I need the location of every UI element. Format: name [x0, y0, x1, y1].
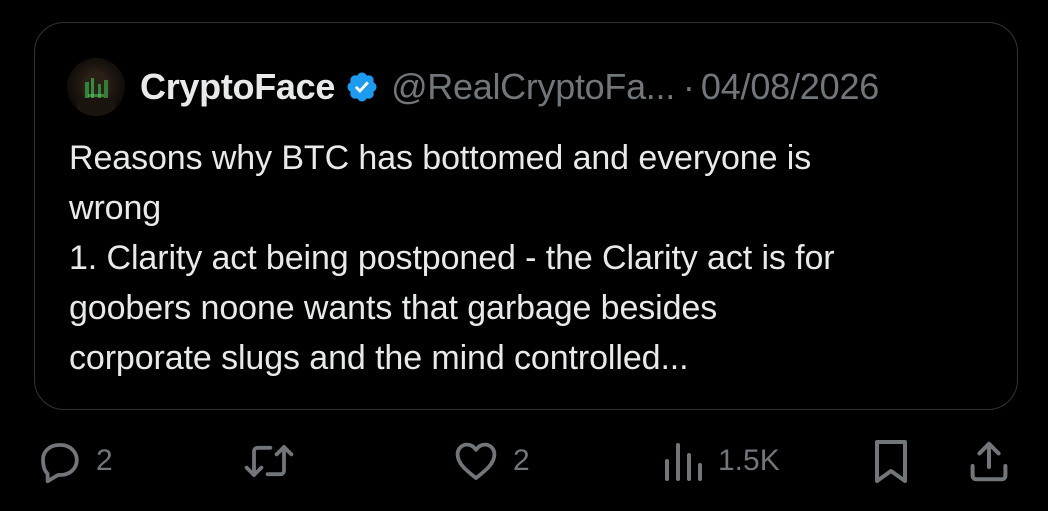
retweet-icon [241, 437, 297, 485]
retweet-button[interactable] [241, 437, 297, 485]
reply-button[interactable]: 2 [36, 437, 113, 485]
verified-badge-icon [345, 70, 379, 104]
quoted-tweet-author-row: CryptoFace @RealCryptoFa... · 04/08/2026 [67, 57, 879, 117]
reply-count: 2 [96, 444, 113, 477]
quoted-tweet-text: Reasons why BTC has bottomed and everyon… [69, 139, 835, 377]
like-button[interactable]: 2 [451, 437, 530, 485]
quoted-tweet-card[interactable]: CryptoFace @RealCryptoFa... · 04/08/2026… [34, 22, 1018, 410]
author-handle[interactable]: @RealCryptoFa... [391, 66, 675, 108]
bookmark-icon [868, 437, 914, 485]
tweet-date[interactable]: 04/08/2026 [701, 66, 879, 108]
views-button[interactable]: 1.5K [660, 437, 780, 485]
views-icon [660, 437, 706, 485]
avatar[interactable] [67, 58, 125, 116]
heart-icon [451, 437, 501, 485]
separator-dot: · [682, 66, 695, 107]
views-count: 1.5K [718, 444, 780, 477]
like-count: 2 [513, 444, 530, 477]
reply-icon [36, 437, 84, 485]
share-icon [965, 437, 1013, 485]
bookmark-button[interactable] [868, 437, 914, 485]
share-button[interactable] [965, 437, 1013, 485]
author-display-name[interactable]: CryptoFace [140, 66, 335, 108]
